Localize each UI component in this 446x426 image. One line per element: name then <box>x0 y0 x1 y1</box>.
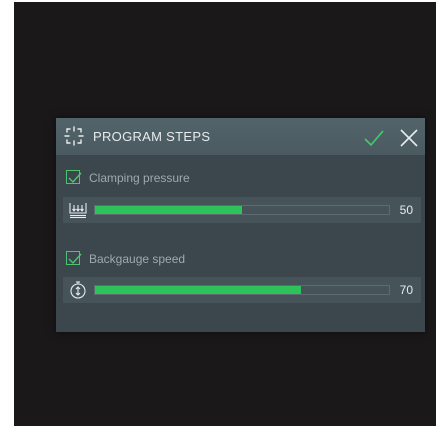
checkmark-icon <box>68 172 82 184</box>
step-clamping-pressure: Clamping pressure <box>66 169 266 187</box>
program-steps-dialog: PROGRAM STEPS Clamping pressure 50 Backg… <box>56 118 425 332</box>
confirm-check-button[interactable] <box>363 127 385 149</box>
clamping-pressure-slider[interactable] <box>94 205 390 215</box>
dialog-header: PROGRAM STEPS <box>56 118 425 155</box>
clamping-pressure-checkbox[interactable] <box>66 170 82 184</box>
backgauge-speed-slider[interactable] <box>94 285 390 295</box>
step-backgauge-speed: Backgauge speed <box>66 250 266 268</box>
clamping-pressure-slider-row: 50 <box>63 197 421 223</box>
slider-value: 70 <box>399 283 413 297</box>
backgauge-speed-slider-row: 70 <box>63 277 421 303</box>
dialog-title: PROGRAM STEPS <box>93 129 211 144</box>
backgauge-speed-checkbox[interactable] <box>66 251 82 265</box>
speed-gauge-icon <box>70 281 86 299</box>
step-label: Backgauge speed <box>89 252 186 266</box>
focus-corners-icon <box>64 126 84 146</box>
slider-fill <box>95 206 242 214</box>
step-label: Clamping pressure <box>89 171 190 185</box>
checkmark-icon <box>68 253 82 265</box>
screen-background: PROGRAM STEPS Clamping pressure 50 Backg… <box>14 2 436 426</box>
slider-fill <box>95 286 301 294</box>
clamp-pressure-icon <box>69 203 87 219</box>
slider-value: 50 <box>399 203 413 217</box>
close-button[interactable] <box>398 127 420 149</box>
